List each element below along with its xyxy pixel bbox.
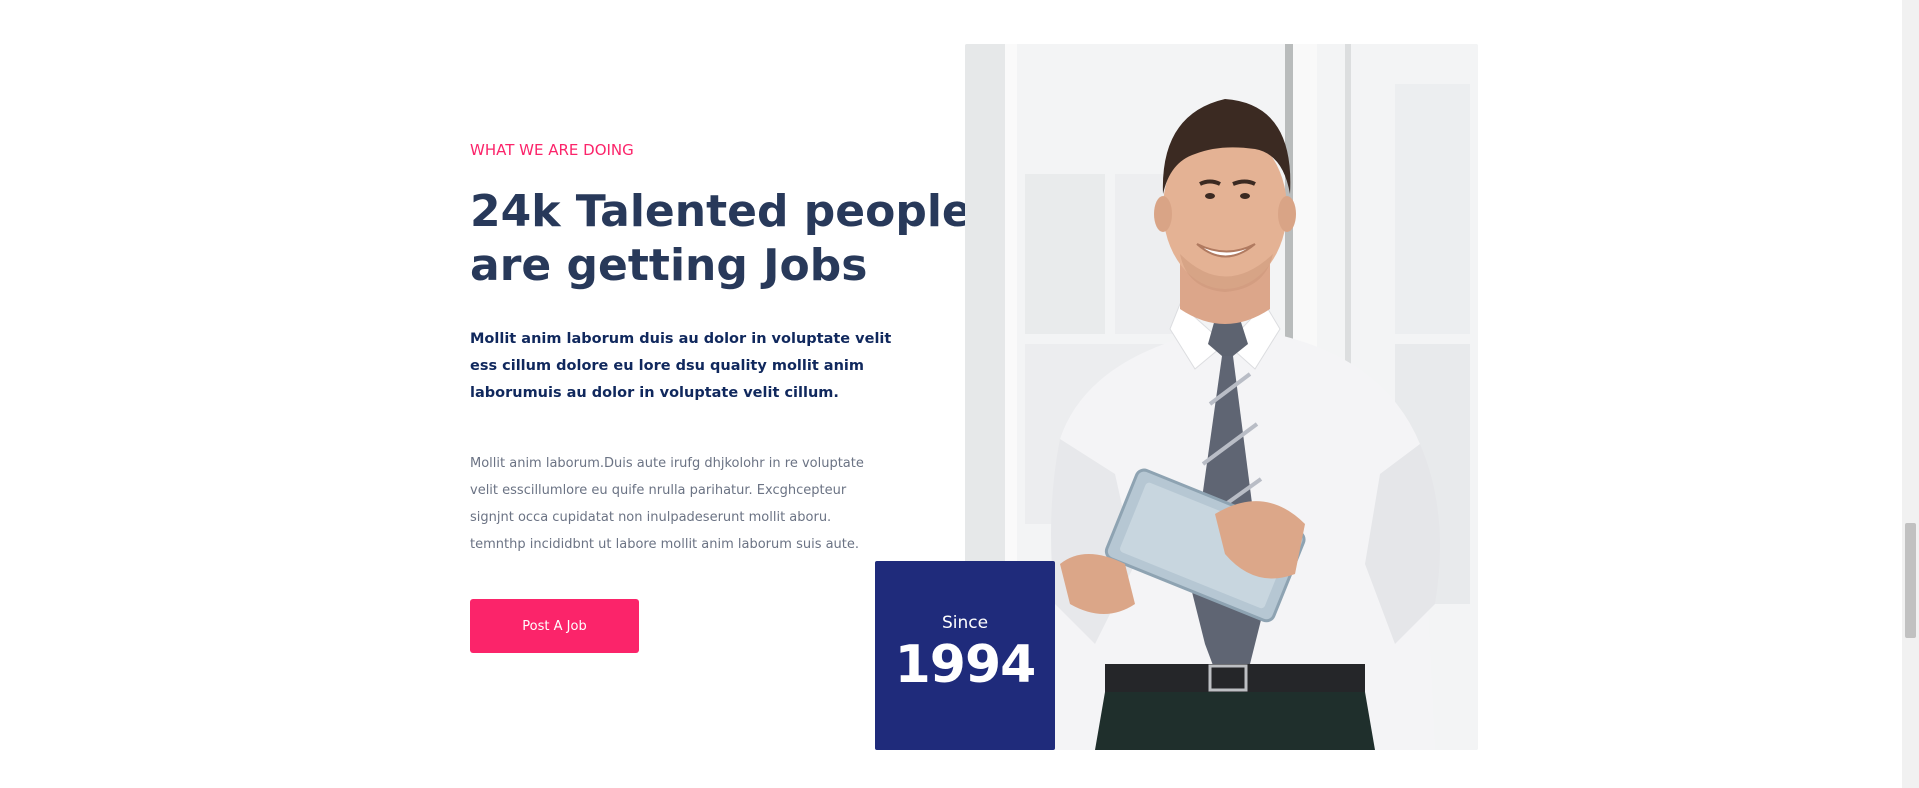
body-line: Mollit anim laborum.Duis aute irufg dhjk…	[470, 456, 864, 471]
since-year: 1994	[894, 635, 1037, 695]
headline-line: 24k Talented people	[470, 186, 972, 237]
lead-line: Mollit anim laborum duis au dolor in vol…	[470, 331, 892, 347]
lead-paragraph: Mollit anim laborum duis au dolor in vol…	[470, 326, 892, 407]
since-label: Since	[941, 613, 989, 633]
section-headline: 24k Talented people are getting Jobs	[470, 185, 972, 293]
section-kicker: WHAT WE ARE DOING	[470, 141, 634, 159]
page-scrollbar[interactable]	[1902, 0, 1919, 788]
body-line: velit esscillumlore eu quife nrulla pari…	[470, 483, 847, 498]
lead-line: laborumuis au dolor in voluptate velit c…	[470, 385, 839, 401]
page: WHAT WE ARE DOING 24k Talented people ar…	[0, 0, 1919, 788]
post-a-job-button[interactable]: Post A Job	[470, 599, 639, 653]
body-line: signjnt occa cupidatat non inulpadeserun…	[470, 510, 832, 525]
lead-line: ess cillum dolore eu lore dsu quality mo…	[470, 358, 864, 374]
body-line: temnthp incididbnt ut labore mollit anim…	[470, 537, 860, 552]
body-paragraph: Mollit anim laborum.Duis aute irufg dhjk…	[470, 450, 870, 558]
since-badge: Since 1994	[875, 561, 1055, 750]
headline-line: are getting Jobs	[470, 240, 868, 291]
scrollbar-thumb[interactable]	[1905, 523, 1916, 638]
